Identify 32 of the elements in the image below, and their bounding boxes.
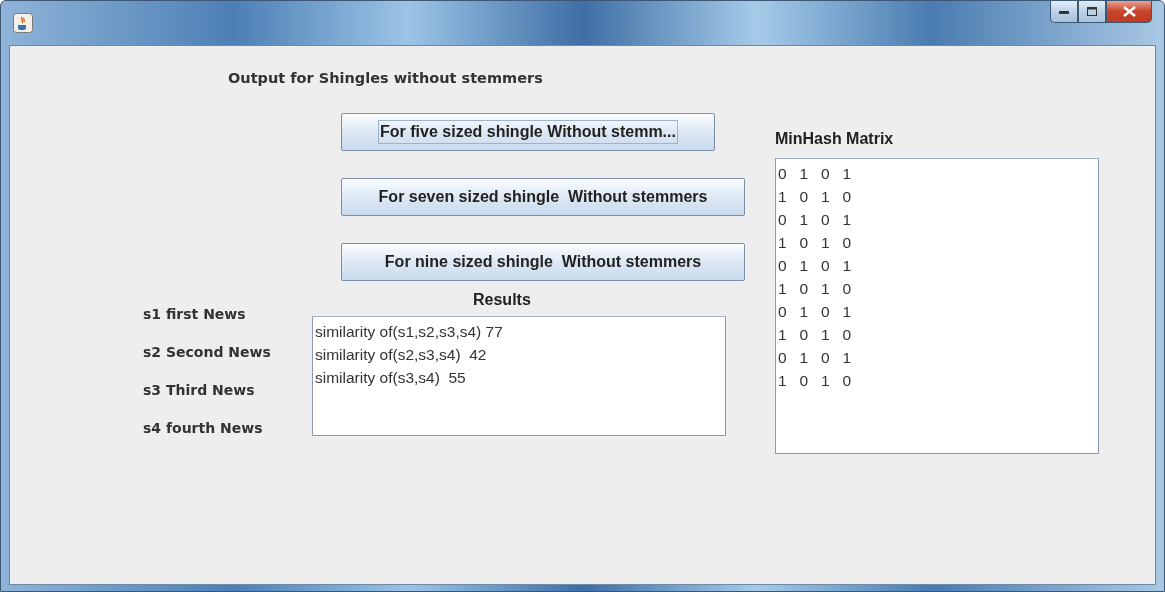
- matrix-row-text: 0 1 0 1: [778, 348, 853, 368]
- matrix-row-text: 1 0 1 0: [778, 371, 853, 391]
- shingle-button[interactable]: For seven sized shingle Without stemmers: [341, 178, 745, 216]
- matrix-row-text: 0 1 0 1: [778, 210, 853, 230]
- close-icon: [1122, 6, 1136, 17]
- minimize-button[interactable]: [1050, 1, 1078, 23]
- shingle-button[interactable]: For nine sized shingle Without stemmers: [341, 243, 745, 281]
- news-label: s3 Third News: [143, 382, 256, 400]
- maximize-button[interactable]: [1078, 1, 1106, 23]
- cup-icon[interactable]: [13, 13, 33, 33]
- result-line: similarity of(s1,s2,s3,s4) 77: [315, 322, 504, 342]
- matrix-row-text: 1 0 1 0: [778, 325, 853, 345]
- news-label: s4 fourth News: [143, 420, 264, 438]
- maximize-icon: [1087, 7, 1097, 16]
- matrix-row-text: 1 0 1 0: [778, 279, 853, 299]
- results-title: Results: [473, 291, 532, 309]
- news-label: s1 first News: [143, 306, 247, 324]
- matrix-row-text: 1 0 1 0: [778, 187, 853, 207]
- matrix-row-text: 1 0 1 0: [778, 233, 853, 253]
- matrix-row-text: 0 1 0 1: [778, 302, 853, 322]
- matrix-row-text: 0 1 0 1: [778, 256, 853, 276]
- shingle-button[interactable]: For five sized shingle Without stemm...: [341, 113, 715, 151]
- result-line: similarity of(s3,s4) 55: [315, 368, 467, 388]
- page-heading: Output for Shingles without stemmers: [228, 70, 544, 86]
- matrix-title: MinHash Matrix: [775, 130, 895, 148]
- news-label: s2 Second News: [143, 344, 272, 362]
- matrix-row-text: 0 1 0 1: [778, 164, 853, 184]
- results-text-area[interactable]: similarity of(s1,s2,s3,s4) 77 similarity of(s2,s3,s4) 42 similarity of(s3,s4) 55: [312, 316, 726, 436]
- close-button[interactable]: [1106, 1, 1152, 23]
- matrix-text-area[interactable]: 0 1 0 1 1 0 1 0 0 1 0 1 1 0 1 0 0 1 0 1 1 0 1 0 0 1 0 1 1 0 1 0 0 1 0 1 1 0 1 0: [775, 158, 1099, 454]
- result-line: similarity of(s2,s3,s4) 42: [315, 345, 488, 365]
- minimize-icon: [1059, 9, 1069, 14]
